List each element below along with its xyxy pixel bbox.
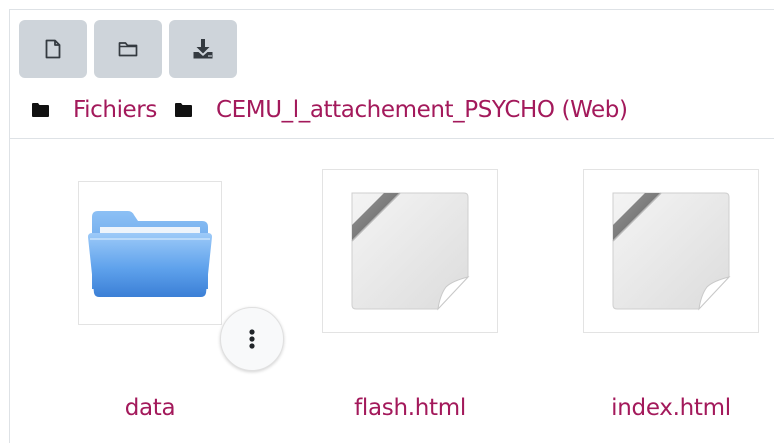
toolbar (19, 20, 237, 78)
new-folder-icon (118, 42, 138, 57)
file-actions-button[interactable] (220, 307, 284, 371)
folder-icon (32, 103, 49, 117)
file-thumbnail[interactable] (583, 169, 759, 333)
file-manager: Fichiers CEMU_l_attachement_PSYCHO (Web) (9, 9, 774, 443)
download-icon (193, 39, 213, 59)
file-thumbnail[interactable] (78, 181, 222, 325)
kebab-menu-icon (249, 329, 255, 349)
new-file-icon (45, 39, 61, 59)
breadcrumb: Fichiers CEMU_l_attachement_PSYCHO (Web) (32, 90, 628, 130)
file-name-link[interactable]: data (52, 393, 248, 423)
breadcrumb-item-fichiers[interactable]: Fichiers (32, 96, 157, 124)
file-name-link[interactable]: index.html (573, 393, 769, 423)
new-file-button[interactable] (19, 20, 87, 78)
generic-file-icon (612, 192, 731, 311)
download-button[interactable] (169, 20, 237, 78)
folder-icon (174, 103, 192, 117)
breadcrumb-link-fichiers[interactable]: Fichiers (73, 96, 157, 124)
folder-icon (88, 211, 212, 297)
file-name-link[interactable]: flash.html (312, 393, 508, 423)
generic-file-icon (351, 192, 470, 311)
new-folder-button[interactable] (94, 20, 162, 78)
file-manager-header: Fichiers CEMU_l_attachement_PSYCHO (Web) (10, 10, 774, 139)
file-thumbnail[interactable] (322, 169, 498, 333)
breadcrumb-item-current-folder[interactable]: CEMU_l_attachement_PSYCHO (Web) (174, 96, 628, 124)
breadcrumb-link-current-folder[interactable]: CEMU_l_attachement_PSYCHO (Web) (216, 96, 628, 124)
file-grid: data flash.html index.html (10, 139, 774, 444)
